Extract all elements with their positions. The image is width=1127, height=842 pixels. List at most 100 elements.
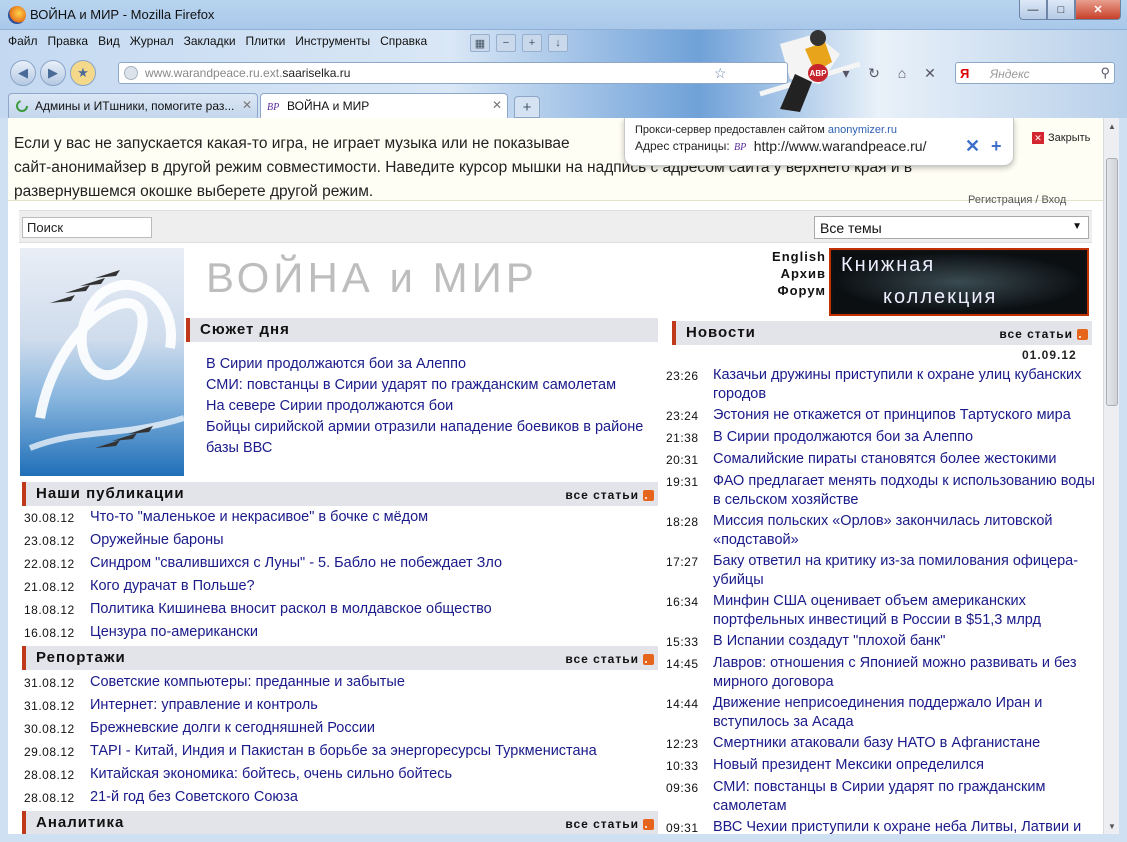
news-item[interactable]: 23:26 Казачьи дружины приступили к охране… <box>666 366 1096 404</box>
list-item[interactable]: 28.08.12 Китайская экономика: бойтесь, оч… <box>24 766 597 789</box>
reports-all-link[interactable]: все статьи <box>565 652 654 666</box>
zoom-in-icon[interactable]: + <box>522 34 542 52</box>
rss-icon[interactable] <box>1077 328 1088 340</box>
list-item[interactable]: 21.08.12 Кого дурачат в Польше? <box>24 578 502 601</box>
menu-bar: Файл Правка Вид Журнал Закладки Плитки И… <box>8 34 427 48</box>
rss-icon[interactable] <box>643 489 654 501</box>
list-item[interactable]: Бойцы сирийской армии отразили нападение… <box>206 417 666 459</box>
news-item[interactable]: 15:33 В Испании создадут "плохой банк" <box>666 632 1096 652</box>
rss-icon[interactable] <box>643 653 654 665</box>
archive-link[interactable]: Архив <box>738 265 826 282</box>
close-window-button[interactable]: ✕ <box>1075 0 1121 20</box>
minimize-button[interactable]: — <box>1019 0 1047 20</box>
search-icon[interactable]: ⚲ <box>1100 65 1110 81</box>
news-item[interactable]: 23:24 Эстония не откажется от принципов Т… <box>666 406 1096 426</box>
tab-admins[interactable]: Админы и ИТшники, помогите раз... ✕ <box>8 93 258 118</box>
list-item[interactable]: 18.08.12 Политика Кишинева вносит раскол … <box>24 601 502 624</box>
publications-all-link[interactable]: все статьи <box>565 488 654 502</box>
home-addon-icon[interactable]: ★ <box>70 60 96 86</box>
english-link[interactable]: English <box>738 248 826 265</box>
menu-tools[interactable]: Инструменты <box>295 34 370 48</box>
register-login-link[interactable]: Регистрация / Вход <box>968 194 1066 206</box>
news-all-link[interactable]: все статьи <box>999 327 1088 341</box>
menu-file[interactable]: Файл <box>8 34 38 48</box>
reload-icon[interactable]: ↻ <box>864 64 884 82</box>
maximize-button[interactable]: □ <box>1047 0 1075 20</box>
forward-button[interactable]: ▶ <box>40 60 66 86</box>
bookmark-star-icon[interactable]: ☆ <box>714 65 727 82</box>
rss-icon[interactable] <box>643 818 654 830</box>
news-item[interactable]: 09:31 ВВС Чехии приступили к охране неба … <box>666 818 1096 834</box>
menu-dropdown-icon[interactable]: ▾ <box>836 64 856 82</box>
list-item[interactable]: СМИ: повстанцы в Сирии ударят по граждан… <box>206 375 666 396</box>
window-controls: — □ ✕ <box>1019 0 1121 20</box>
scroll-down-icon[interactable]: ▼ <box>1104 818 1120 834</box>
news-item[interactable]: 14:45 Лавров: отношения с Японией можно р… <box>666 654 1096 692</box>
list-item[interactable]: 16.08.12 Цензура по-американски <box>24 624 502 647</box>
publications-header: Наши публикации все статьи <box>22 482 658 506</box>
news-item[interactable]: 17:27 Баку ответил на критику из-за помил… <box>666 552 1096 590</box>
list-item[interactable]: 30.08.12 Брежневские долги к сегодняшней … <box>24 720 597 743</box>
adblock-icon[interactable]: ABP <box>808 64 828 82</box>
tab-war-and-peace[interactable]: ВР ВОЙНА и МИР ✕ <box>260 93 508 118</box>
topic-select[interactable]: Все темы ▼ <box>814 216 1089 239</box>
warandpeace-favicon-icon: ВР <box>267 102 279 113</box>
news-item[interactable]: 19:31 ФАО предлагает менять подходы к исп… <box>666 472 1096 510</box>
list-item[interactable]: 31.08.12 Интернет: управление и контроль <box>24 697 597 720</box>
new-tab-button[interactable]: + <box>514 96 540 118</box>
search-box[interactable]: Я Яндекс ⚲ <box>955 62 1115 84</box>
scrollbar-thumb[interactable] <box>1106 158 1118 406</box>
svg-text:ВР: ВР <box>267 102 279 113</box>
tab-close-icon[interactable]: ✕ <box>242 98 252 112</box>
list-item[interactable]: 31.08.12 Советские компьютеры: преданные … <box>24 674 597 697</box>
firefox-logo-icon <box>8 6 26 24</box>
address-bar[interactable]: www.warandpeace.ru.ext.saariselka.ru ☆ <box>118 62 788 84</box>
news-item[interactable]: 09:36 СМИ: повстанцы в Сирии ударят по гр… <box>666 778 1096 816</box>
news-item[interactable]: 14:44 Движение неприсоединения поддержало… <box>666 694 1096 732</box>
list-item[interactable]: 28.08.12 21-й год без Советского Союза <box>24 789 597 812</box>
site-title: ВОЙНА и МИР <box>206 254 538 301</box>
news-item[interactable]: 21:38 В Сирии продолжаются бои за Алеппо <box>666 428 1096 448</box>
list-item[interactable]: 22.08.12 Синдром "свалившихся с Луны" - 5… <box>24 555 502 578</box>
notice-close-button[interactable]: ✕ Закрыть <box>1032 132 1090 144</box>
site-identity-icon[interactable] <box>124 66 138 80</box>
list-item[interactable]: 29.08.12 ТАРI - Китай, Индия и Пакистан в… <box>24 743 597 766</box>
menu-edit[interactable]: Правка <box>48 34 89 48</box>
news-item[interactable]: 12:23 Смертники атаковали базу НАТО в Афг… <box>666 734 1096 754</box>
proxy-provider-link[interactable]: anonymizer.ru <box>828 124 897 136</box>
menu-history[interactable]: Журнал <box>130 34 174 48</box>
tiles-icon[interactable]: ▦ <box>470 34 490 52</box>
window-titlebar: ВОЙНА и МИР - Mozilla Firefox — □ ✕ <box>0 0 1127 30</box>
news-item[interactable]: 10:33 Новый президент Мексики определился <box>666 756 1096 776</box>
vertical-scrollbar[interactable]: ▲ ▼ <box>1103 118 1119 834</box>
download-icon[interactable]: ↓ <box>548 34 568 52</box>
tab-close-icon[interactable]: ✕ <box>492 98 502 112</box>
proxy-page-url[interactable]: http://www.warandpeace.ru/ <box>754 138 927 154</box>
site-search-input[interactable]: Поиск <box>22 217 152 238</box>
news-item[interactable]: 20:31 Сомалийские пираты становятся более… <box>666 450 1096 470</box>
list-item[interactable]: На севере Сирии продолжаются бои <box>206 396 666 417</box>
list-item[interactable]: 23.08.12 Оружейные бароны <box>24 532 502 555</box>
list-item[interactable]: 30.08.12 Что-то "маленькое и некрасивое" … <box>24 509 502 532</box>
yandex-logo-icon[interactable]: Я <box>960 66 969 81</box>
close-icon[interactable]: ✕ <box>1032 132 1044 144</box>
scroll-up-icon[interactable]: ▲ <box>1104 118 1120 134</box>
address-text[interactable]: www.warandpeace.ru.ext.saariselka.ru <box>145 66 350 80</box>
menu-help[interactable]: Справка <box>380 34 427 48</box>
book-collection-banner[interactable]: Книжная коллекция <box>829 248 1089 316</box>
menu-view[interactable]: Вид <box>98 34 120 48</box>
zoom-out-icon[interactable]: − <box>496 34 516 52</box>
menu-tiles[interactable]: Плитки <box>246 34 286 48</box>
news-item[interactable]: 16:34 Минфин США оценивает объем американ… <box>666 592 1096 630</box>
proxy-close-icon[interactable]: ✕ <box>965 136 980 157</box>
stop-icon[interactable]: ✕ <box>920 64 940 82</box>
menu-bookmarks[interactable]: Закладки <box>184 34 236 48</box>
svg-text:ВР: ВР <box>734 142 746 153</box>
proxy-add-icon[interactable]: + <box>991 136 1002 157</box>
back-button[interactable]: ◀ <box>10 60 36 86</box>
home-icon[interactable]: ⌂ <box>892 64 912 82</box>
list-item[interactable]: В Сирии продолжаются бои за Алеппо <box>206 354 666 375</box>
news-item[interactable]: 18:28 Миссия польских «Орлов» закончилась… <box>666 512 1096 550</box>
analytics-all-link[interactable]: все статьи <box>565 817 654 831</box>
forum-link[interactable]: Форум <box>738 282 826 299</box>
